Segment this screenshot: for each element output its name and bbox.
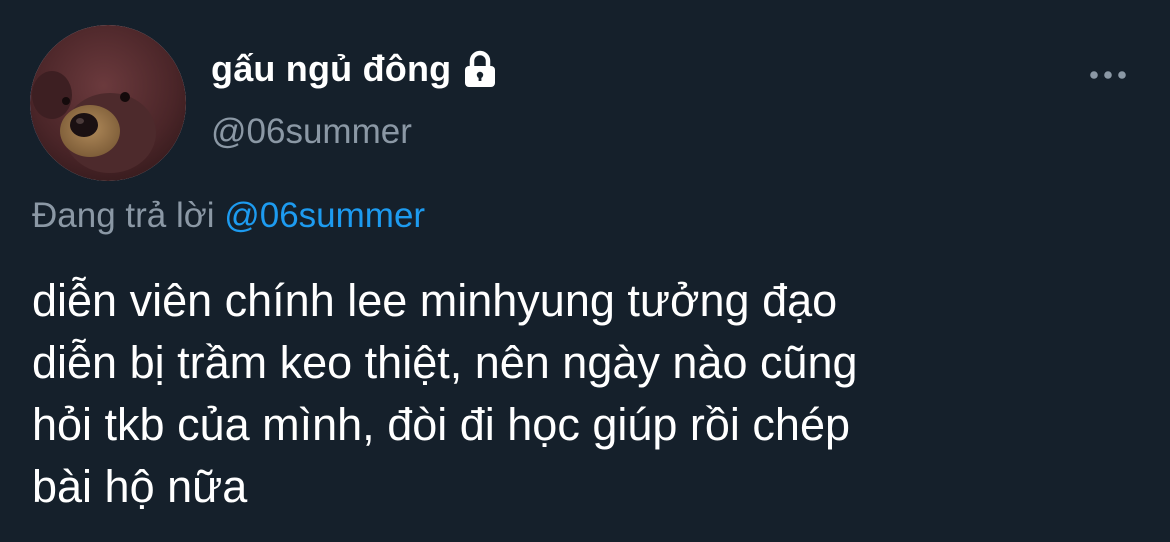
tweet-card: gấu ngủ đông @06summer Đang trả lời @06s…	[0, 0, 1170, 542]
replying-to-label: Đang trả lời	[32, 196, 225, 235]
display-name[interactable]: gấu ngủ đông	[211, 48, 451, 90]
replying-to-mention-link[interactable]: @06summer	[224, 196, 425, 235]
author-handle[interactable]: @06summer	[211, 112, 412, 152]
replying-to: Đang trả lời @06summer	[32, 196, 425, 236]
teddy-bear-avatar[interactable]	[30, 25, 186, 181]
more-options-button[interactable]	[1084, 60, 1132, 90]
tweet-text-line: diễn viên chính lee minhyung tưởng đạo	[32, 275, 838, 326]
tweet-text-line: diễn bị trầm keo thiệt, nên ngày nào cũn…	[32, 337, 858, 388]
lock-icon	[461, 49, 499, 89]
tweet-text-line: bài hộ nữa	[32, 461, 248, 512]
more-options-icon	[1090, 71, 1126, 79]
tweet-text-line: hỏi tkb của mình, đòi đi học giúp rồi ch…	[32, 399, 850, 450]
tweet-text: diễn viên chính lee minhyung tưởng đạo d…	[32, 270, 1132, 518]
author-name-row[interactable]: gấu ngủ đông	[211, 44, 499, 94]
